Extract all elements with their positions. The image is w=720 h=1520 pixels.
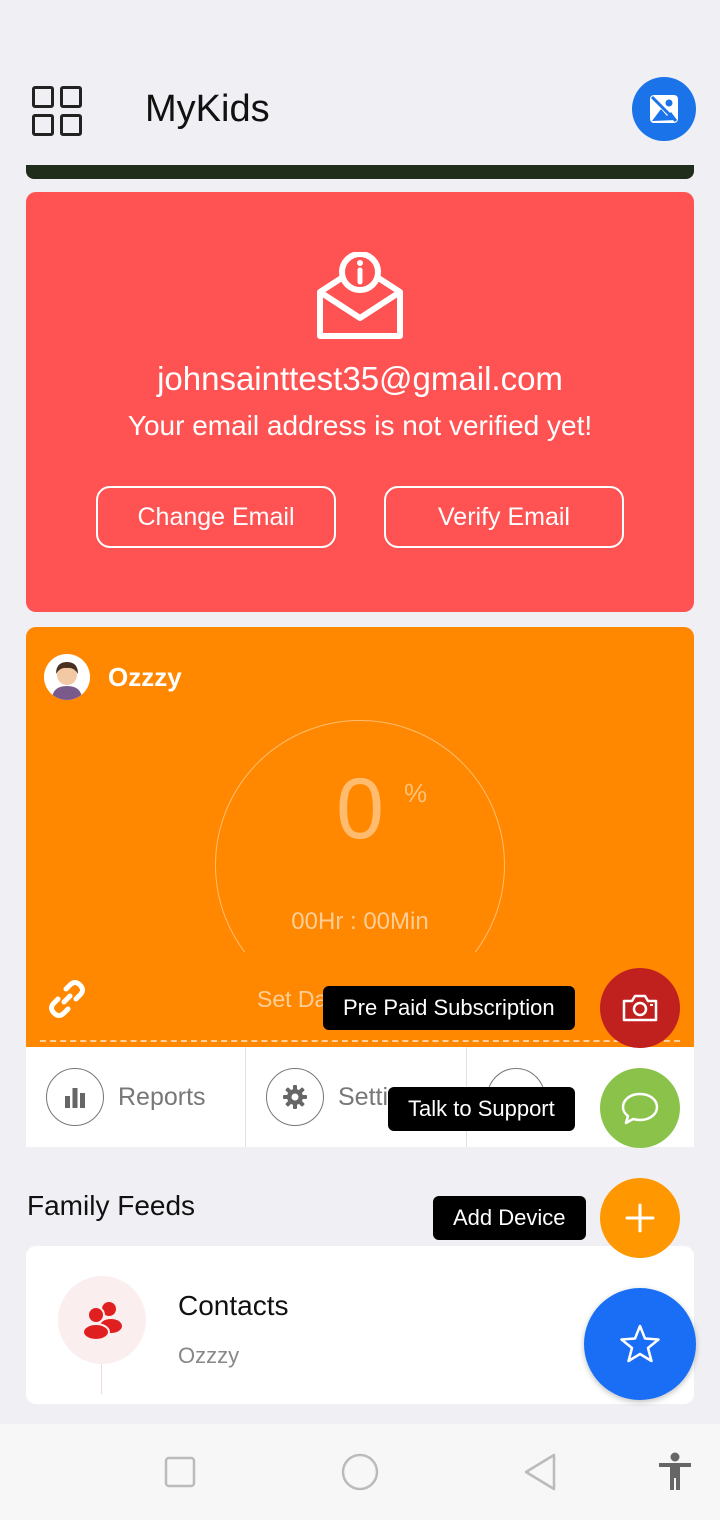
- talk-to-support-button[interactable]: [600, 1068, 680, 1148]
- feed-timeline-line: [101, 1364, 102, 1394]
- back-icon[interactable]: [522, 1452, 558, 1492]
- usage-time: 00Hr : 00Min: [291, 908, 429, 935]
- family-feeds-title: Family Feeds: [27, 1190, 196, 1221]
- set-daily-limit-link[interactable]: Set Da: [257, 986, 327, 1013]
- add-device-button[interactable]: [600, 1178, 680, 1258]
- verify-email-button[interactable]: Verify Email: [384, 486, 624, 548]
- email-unverified-message: Your email address is not verified yet!: [127, 410, 593, 441]
- bar-chart-icon: [46, 1068, 104, 1126]
- talk-to-support-label[interactable]: Talk to Support: [388, 1087, 575, 1131]
- usage-percent-value: 0: [336, 761, 384, 857]
- chat-icon: [621, 1092, 659, 1125]
- menu-grid-icon[interactable]: [32, 86, 82, 136]
- percent-sign: %: [404, 778, 428, 808]
- image-icon: [650, 95, 678, 123]
- feed-item-title: Contacts: [178, 1290, 289, 1321]
- prepaid-subscription-label[interactable]: Pre Paid Subscription: [323, 986, 575, 1030]
- home-icon[interactable]: [340, 1452, 380, 1492]
- add-device-label[interactable]: Add Device: [433, 1196, 586, 1240]
- star-icon: [620, 1324, 660, 1363]
- camera-icon: [622, 994, 658, 1022]
- link-icon[interactable]: [46, 978, 88, 1020]
- reports-action[interactable]: Reports: [26, 1047, 246, 1147]
- email-address: johnsainttest35@gmail.com: [157, 360, 563, 397]
- plus-icon: [625, 1203, 655, 1233]
- settings-label: Setti: [338, 1082, 389, 1111]
- app-title: MyKids: [145, 88, 270, 130]
- kid-name: Ozzzy: [108, 662, 182, 692]
- gallery-button[interactable]: [632, 77, 696, 141]
- feed-item-subtitle: Ozzzy: [178, 1343, 240, 1368]
- accessibility-icon[interactable]: [656, 1452, 694, 1492]
- banner-strip: [26, 165, 694, 179]
- contacts-icon: [58, 1276, 146, 1364]
- recent-apps-icon[interactable]: [164, 1456, 196, 1488]
- gear-icon: [266, 1068, 324, 1126]
- mail-info-icon: [317, 252, 403, 339]
- change-email-button[interactable]: Change Email: [96, 486, 336, 548]
- reports-label: Reports: [118, 1082, 206, 1111]
- prepaid-subscription-button[interactable]: [600, 968, 680, 1048]
- speed-dial-main-button[interactable]: [584, 1288, 696, 1400]
- kid-avatar: [44, 654, 90, 700]
- kid-actions-row: Reports Setti n: [26, 1047, 694, 1147]
- card-divider: [40, 1040, 680, 1042]
